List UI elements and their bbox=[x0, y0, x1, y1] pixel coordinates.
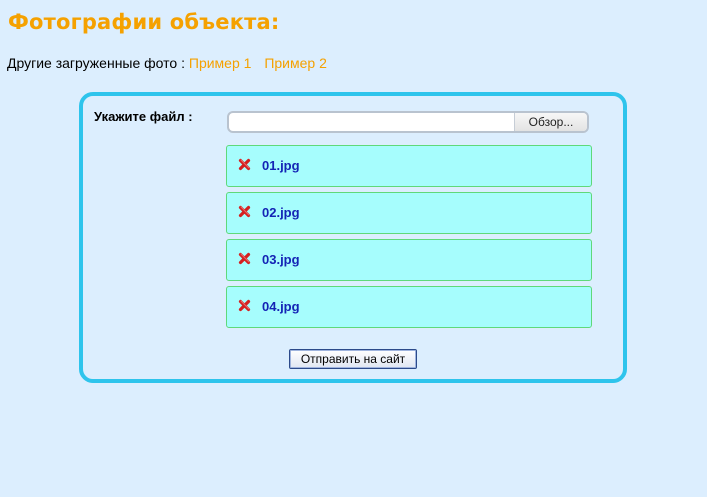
file-name-link[interactable]: 01.jpg bbox=[262, 158, 300, 173]
file-list: 01.jpg 02.jpg 03.jpg 04.jpg bbox=[226, 145, 592, 333]
file-item: 02.jpg bbox=[226, 192, 592, 234]
page-title: Фотографии объекта: bbox=[8, 10, 280, 34]
delete-icon[interactable] bbox=[238, 157, 252, 171]
example-2-link[interactable]: Пример 2 bbox=[264, 55, 327, 71]
delete-icon[interactable] bbox=[238, 251, 252, 265]
file-name-link[interactable]: 02.jpg bbox=[262, 205, 300, 220]
submit-button[interactable]: Отправить на сайт bbox=[289, 349, 417, 369]
file-name-link[interactable]: 03.jpg bbox=[262, 252, 300, 267]
example-1-link[interactable]: Пример 1 bbox=[189, 55, 252, 71]
delete-icon[interactable] bbox=[238, 298, 252, 312]
file-input[interactable]: Обзор... bbox=[227, 111, 589, 133]
page: Фотографии объекта: Другие загруженные ф… bbox=[0, 0, 707, 497]
file-item: 01.jpg bbox=[226, 145, 592, 187]
browse-button[interactable]: Обзор... bbox=[514, 113, 587, 131]
file-name-link[interactable]: 04.jpg bbox=[262, 299, 300, 314]
other-photos-label: Другие загруженные фото : bbox=[7, 55, 185, 71]
other-photos-row: Другие загруженные фото : Пример 1 Приме… bbox=[7, 55, 327, 71]
file-item: 04.jpg bbox=[226, 286, 592, 328]
file-item: 03.jpg bbox=[226, 239, 592, 281]
file-label: Укажите файл : bbox=[94, 109, 193, 124]
upload-panel: Укажите файл : Обзор... 01.jpg 02.jpg 03… bbox=[79, 92, 627, 383]
delete-icon[interactable] bbox=[238, 204, 252, 218]
